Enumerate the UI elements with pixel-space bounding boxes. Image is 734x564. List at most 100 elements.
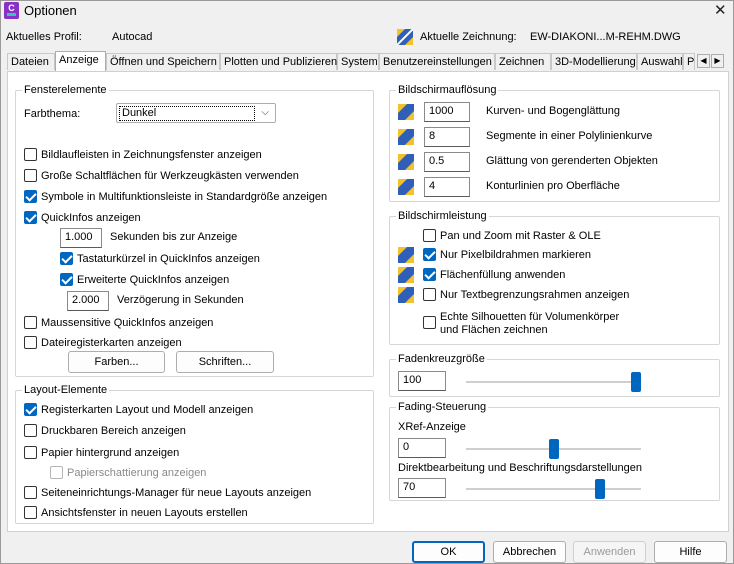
cb-druckbarer-bereich[interactable]: Druckbaren Bereich anzeigen <box>24 424 186 437</box>
checkbox[interactable] <box>24 424 37 437</box>
tab-strip: Dateien Anzeige Öffnen und Speichern Plo… <box>7 51 729 71</box>
kurven-label: Kurven- und Bogenglättung <box>486 105 620 117</box>
checkbox[interactable] <box>24 446 37 459</box>
cb-bildlaufleisten[interactable]: Bildlaufleisten in Zeichnungsfenster anz… <box>24 148 262 161</box>
cb-tastaturkuerzel[interactable]: Tastaturkürzel in QuickInfos anzeigen <box>60 252 260 265</box>
checkbox[interactable] <box>24 336 37 349</box>
drawing-setting-icon <box>398 287 414 303</box>
tab-dateien[interactable]: Dateien <box>7 53 55 70</box>
silhouetten-label-line1: Echte Silhouetten für Volumenkörper <box>440 311 620 323</box>
cb-textbegrenzungsrahmen[interactable]: Nur Textbegrenzungsrahmen anzeigen <box>423 288 629 301</box>
help-button[interactable]: Hilfe <box>654 541 727 563</box>
checkbox[interactable] <box>60 252 73 265</box>
chevron-down-icon: ⌵ <box>261 107 269 118</box>
checkbox[interactable] <box>423 316 436 329</box>
checkbox[interactable] <box>423 288 436 301</box>
group-fensterelemente: Fensterelemente Farbthema: Dunkel ⌵ Bild… <box>15 84 374 377</box>
direkt-slider-track[interactable] <box>466 488 641 490</box>
group-layout-elemente: Layout-Elemente Registerkarten Layout un… <box>15 384 374 524</box>
colors-button[interactable]: Farben... <box>68 351 165 373</box>
close-icon[interactable]: ✕ <box>714 1 727 19</box>
tab-benutzereinstellungen[interactable]: Benutzereinstellungen <box>379 53 495 70</box>
tab-auswahl[interactable]: Auswahl <box>637 53 683 70</box>
tab-scroll-right-icon[interactable]: ▶ <box>711 54 724 68</box>
profile-value: Autocad <box>112 31 153 43</box>
checkbox[interactable] <box>24 169 37 182</box>
konturlinien-label: Konturlinien pro Oberfläche <box>486 180 620 192</box>
tab-system[interactable]: System <box>337 53 379 70</box>
tab-oeffnen-speichern[interactable]: Öffnen und Speichern <box>106 53 220 70</box>
direkt-input[interactable]: 70 <box>398 478 446 498</box>
cb-quickinfos[interactable]: QuickInfos anzeigen <box>24 211 141 224</box>
cb-seiteneinrichtungs-manager[interactable]: Seiteneinrichtungs-Manager für neue Layo… <box>24 486 311 499</box>
checkbox[interactable] <box>423 229 436 242</box>
checkbox <box>50 466 63 479</box>
checkbox[interactable] <box>24 403 37 416</box>
cb-dateiregisterkarten[interactable]: Dateiregisterkarten anzeigen <box>24 336 182 349</box>
group-title: Fading-Steuerung <box>396 401 489 413</box>
cb-flaechenfuellung[interactable]: Flächenfüllung anwenden <box>423 268 565 281</box>
drawing-setting-icon <box>398 247 414 263</box>
cb-ansichtsfenster[interactable]: Ansichtsfenster in neuen Layouts erstell… <box>24 506 248 519</box>
drawing-icon <box>397 29 413 45</box>
fadenkreuz-input[interactable]: 100 <box>398 371 446 391</box>
checkbox[interactable] <box>24 486 37 499</box>
xref-label: XRef-Anzeige <box>398 421 466 433</box>
cb-symbole-standardgroesse[interactable]: Symbole in Multifunktionsleiste in Stand… <box>24 190 327 203</box>
checkbox[interactable] <box>24 148 37 161</box>
drawing-value: EW-DIAKONI...M-REHM.DWG <box>530 31 681 43</box>
drawing-setting-icon <box>398 179 414 195</box>
glaettung-label: Glättung von gerenderten Objekten <box>486 155 658 167</box>
tab-scroll-left-icon[interactable]: ◀ <box>697 54 710 68</box>
xref-slider-thumb[interactable] <box>548 439 559 459</box>
checkbox[interactable] <box>423 268 436 281</box>
group-bildschirmaufloesung: Bildschirmauflösung 1000 Kurven- und Bog… <box>389 84 720 202</box>
checkbox[interactable] <box>423 248 436 261</box>
checkbox[interactable] <box>24 190 37 203</box>
cb-pan-zoom[interactable]: Pan und Zoom mit Raster & OLE <box>423 229 601 242</box>
group-title: Bildschirmauflösung <box>396 84 499 96</box>
xref-input[interactable]: 0 <box>398 438 446 458</box>
ok-button[interactable]: OK <box>412 541 485 563</box>
tab-profile-partial[interactable]: P <box>683 53 695 70</box>
profile-label: Aktuelles Profil: <box>6 31 82 43</box>
kurven-input[interactable]: 1000 <box>424 102 470 122</box>
cb-papierhintergrund[interactable]: Papier hintergrund anzeigen <box>24 446 179 459</box>
drawing-setting-icon <box>398 129 414 145</box>
cb-papierschattierung: Papierschattierung anzeigen <box>50 466 206 479</box>
tab-3d-modellierung[interactable]: 3D-Modellierung <box>551 53 637 70</box>
drawing-setting-icon <box>398 154 414 170</box>
segmente-input[interactable]: 8 <box>424 127 470 147</box>
cb-echte-silhouetten[interactable]: Echte Silhouetten für Volumenkörper und F… <box>423 311 619 337</box>
konturlinien-input[interactable]: 4 <box>424 177 470 197</box>
checkbox[interactable] <box>60 273 73 286</box>
cb-registerkarten-layout[interactable]: Registerkarten Layout und Modell anzeige… <box>24 403 253 416</box>
group-title: Layout-Elemente <box>22 384 110 396</box>
glaettung-input[interactable]: 0.5 <box>424 152 470 172</box>
tab-zeichnen[interactable]: Zeichnen <box>495 53 551 70</box>
checkbox[interactable] <box>24 506 37 519</box>
group-title: Fadenkreuzgröße <box>396 353 487 365</box>
farbthema-label: Farbthema: <box>24 108 81 120</box>
fonts-button[interactable]: Schriften... <box>176 351 274 373</box>
checkbox[interactable] <box>24 316 37 329</box>
farbthema-value: Dunkel <box>119 106 255 121</box>
cb-maussensitive[interactable]: Maussensitive QuickInfos anzeigen <box>24 316 213 329</box>
delay-label: Verzögerung in Sekunden <box>117 294 244 306</box>
cancel-button[interactable]: Abbrechen <box>493 541 566 563</box>
segmente-label: Segmente in einer Polylinienkurve <box>486 130 653 142</box>
fadenkreuz-slider-thumb[interactable] <box>631 372 641 392</box>
delay-input[interactable]: 2.000 <box>67 291 109 311</box>
farbthema-select[interactable]: Dunkel ⌵ <box>116 103 276 123</box>
tab-anzeige[interactable]: Anzeige <box>55 51 106 71</box>
cb-erweiterte-quickinfos[interactable]: Erweiterte QuickInfos anzeigen <box>60 273 229 286</box>
tab-plotten-publizieren[interactable]: Plotten und Publizieren <box>220 53 337 70</box>
drawing-label: Aktuelle Zeichnung: <box>420 31 517 43</box>
fadenkreuz-slider-track[interactable] <box>466 381 641 383</box>
checkbox[interactable] <box>24 211 37 224</box>
direkt-slider-thumb[interactable] <box>594 479 605 499</box>
cb-grosse-schaltflaechen[interactable]: Große Schaltflächen für Werkzeugkästen v… <box>24 169 299 182</box>
group-fading-steuerung: Fading-Steuerung XRef-Anzeige 0 Direktbe… <box>389 401 720 501</box>
cb-pixelbildrahmen[interactable]: Nur Pixelbildrahmen markieren <box>423 248 591 261</box>
seconds-input[interactable]: 1.000 <box>60 228 102 248</box>
